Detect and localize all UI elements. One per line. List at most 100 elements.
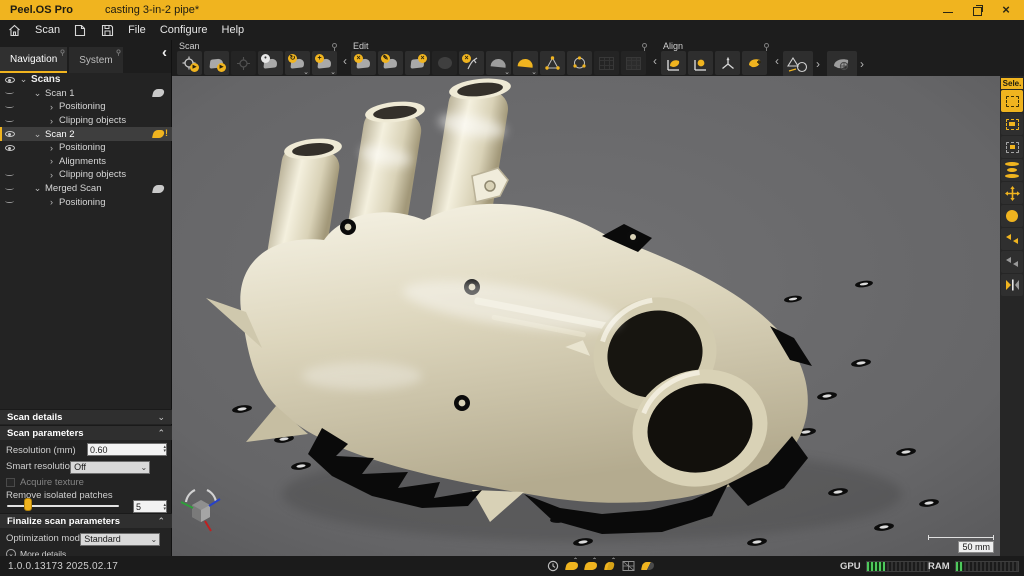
- align-axes-button[interactable]: [715, 51, 740, 75]
- visibility-eye-icon[interactable]: [4, 201, 15, 203]
- new-scan-button[interactable]: •: [258, 51, 283, 75]
- half-mesh-status-icon[interactable]: [641, 561, 654, 572]
- menu-configure[interactable]: Configure: [160, 24, 208, 36]
- delete-selection-button[interactable]: ×: [351, 51, 376, 75]
- chevron-down-icon[interactable]: ⌄: [330, 69, 336, 76]
- save-icon[interactable]: [101, 24, 114, 37]
- scan-mesh-status-icon-2[interactable]: ⌃: [584, 561, 597, 572]
- chevron-down-icon[interactable]: ⌄: [303, 69, 309, 76]
- tree-item-scan2-alignments[interactable]: › Alignments: [0, 155, 172, 169]
- new-project-icon[interactable]: [74, 24, 87, 37]
- wireframe-status-icon[interactable]: [622, 561, 635, 572]
- chevron-right-icon[interactable]: ›: [47, 102, 56, 112]
- merged-mesh-status-icon[interactable]: ⌃: [603, 561, 616, 572]
- menu-file[interactable]: File: [128, 24, 146, 36]
- resample-mesh-button[interactable]: [567, 51, 592, 75]
- free-move-button[interactable]: [1001, 182, 1023, 204]
- chevron-down-icon[interactable]: ⌄: [33, 88, 42, 99]
- expand-texture-group-chevron[interactable]: ›: [860, 57, 864, 71]
- scan-mesh-status-icon[interactable]: ⌃: [565, 561, 578, 572]
- tree-item-merged-scan[interactable]: ⌄ Merged Scan: [0, 182, 172, 196]
- spinner-arrows[interactable]: ▴▾: [163, 445, 166, 453]
- through-selection-button[interactable]: [1001, 136, 1023, 158]
- brush-selection-button[interactable]: [1001, 205, 1023, 227]
- align-surfaces-button[interactable]: [661, 51, 686, 75]
- align-targets-button[interactable]: [688, 51, 713, 75]
- remove-spikes-button[interactable]: ×: [459, 51, 484, 75]
- collapse-scan-section-chevron[interactable]: ‹: [343, 54, 347, 68]
- tree-item-merged-positioning[interactable]: › Positioning: [0, 195, 172, 209]
- visibility-eye-icon[interactable]: [4, 120, 15, 122]
- deselect-button[interactable]: [1001, 251, 1023, 273]
- visibility-eye-icon[interactable]: [4, 174, 15, 176]
- tree-item-scans[interactable]: ⌄ Scans: [0, 73, 172, 87]
- chevron-right-icon[interactable]: ›: [47, 143, 56, 153]
- minimize-icon[interactable]: [942, 4, 954, 16]
- collapse-edit-section-chevron[interactable]: ‹: [653, 54, 657, 68]
- chevron-right-icon[interactable]: ›: [47, 197, 56, 207]
- restart-scan-button[interactable]: ↻ ⌄: [285, 51, 310, 75]
- visibility-eye-icon[interactable]: [4, 106, 15, 108]
- add-to-scan-button[interactable]: + ⌄: [312, 51, 337, 75]
- tree-item-scan1-positioning[interactable]: › Positioning: [0, 100, 172, 114]
- visibility-eye-icon[interactable]: [4, 131, 15, 137]
- menu-scan[interactable]: Scan: [35, 24, 60, 36]
- history-clock-icon[interactable]: [546, 561, 559, 572]
- visibility-eye-icon[interactable]: [4, 77, 15, 83]
- finalize-scan-parameters-header[interactable]: Finalize scan parameters ⌃: [0, 513, 172, 528]
- chevron-down-icon[interactable]: ⌄: [33, 129, 42, 140]
- wireframe-shaded-button[interactable]: [621, 51, 646, 75]
- merge-scans-button[interactable]: [742, 51, 767, 75]
- home-icon[interactable]: [8, 24, 21, 37]
- pin-icon[interactable]: [642, 43, 647, 48]
- menu-help[interactable]: Help: [222, 24, 245, 36]
- scan-targets-button[interactable]: ▶: [177, 51, 202, 75]
- decimate-mesh-button[interactable]: [540, 51, 565, 75]
- invert-selection-button[interactable]: [1001, 228, 1023, 250]
- cut-plane-button[interactable]: ⌄: [486, 51, 511, 75]
- fill-holes-button[interactable]: [432, 51, 457, 75]
- layer-selection-button[interactable]: [1001, 159, 1023, 181]
- tree-item-scan1-clipping[interactable]: › Clipping objects: [0, 114, 172, 128]
- scan-probe-button[interactable]: [231, 51, 256, 75]
- chevron-right-icon[interactable]: ›: [47, 156, 56, 166]
- measurement-entities-button[interactable]: [783, 51, 813, 77]
- trim-surface-button[interactable]: ⌄: [513, 51, 538, 75]
- rectangle-selection-button[interactable]: [1001, 90, 1023, 112]
- pin-icon[interactable]: [764, 43, 769, 48]
- smart-resolution-dropdown[interactable]: Off ⌄: [70, 461, 150, 474]
- edit-boundary-button[interactable]: ✎: [378, 51, 403, 75]
- tab-navigation[interactable]: Navigation: [0, 47, 67, 73]
- tree-item-scan2[interactable]: ⌄ Scan 2 !: [0, 127, 172, 141]
- resolution-input[interactable]: [87, 443, 167, 456]
- remove-isolated-patches-input[interactable]: [133, 500, 167, 513]
- orientation-gizmo[interactable]: [178, 484, 224, 534]
- chevron-down-icon[interactable]: ⌄: [33, 183, 42, 194]
- center-view-button[interactable]: [1001, 274, 1023, 296]
- visible-selection-button[interactable]: [1001, 113, 1023, 135]
- visibility-eye-icon[interactable]: [4, 145, 15, 151]
- optimization-mode-dropdown[interactable]: Standard ⌄: [80, 533, 160, 546]
- spinner-arrows[interactable]: ▴▾: [163, 503, 166, 511]
- pin-icon[interactable]: [332, 43, 337, 48]
- visibility-eye-icon[interactable]: [4, 92, 15, 94]
- wireframe-view-button[interactable]: [594, 51, 619, 75]
- tab-system[interactable]: System: [69, 47, 122, 73]
- chevron-right-icon[interactable]: ›: [47, 170, 56, 180]
- remove-isolated-patches-button[interactable]: ×: [405, 51, 430, 75]
- close-icon[interactable]: ×: [1000, 4, 1012, 16]
- tree-item-scan1[interactable]: ⌄ Scan 1: [0, 87, 172, 101]
- collapse-align-section-chevron[interactable]: ‹: [775, 54, 779, 68]
- scan-details-header[interactable]: Scan details ⌄: [0, 409, 172, 424]
- chevron-down-icon[interactable]: ⌄: [531, 69, 537, 76]
- scan-surface-button[interactable]: ▶: [204, 51, 229, 75]
- pin-icon[interactable]: [61, 50, 65, 54]
- slider-handle[interactable]: [24, 498, 32, 511]
- chevron-down-icon[interactable]: ⌄: [19, 74, 28, 85]
- chevron-down-icon[interactable]: ⌄: [504, 69, 510, 76]
- pin-icon[interactable]: [116, 50, 120, 54]
- restore-icon[interactable]: [971, 4, 983, 16]
- tree-item-scan2-clipping[interactable]: › Clipping objects: [0, 168, 172, 182]
- expand-measure-group-chevron[interactable]: ›: [816, 57, 820, 71]
- visibility-eye-icon[interactable]: [4, 188, 15, 190]
